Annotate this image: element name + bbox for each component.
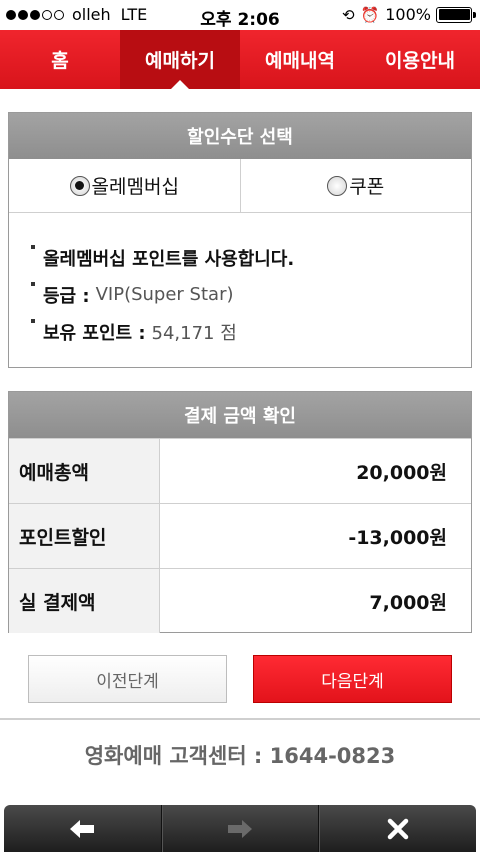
back-button[interactable] [4,805,161,852]
info-line-points: 보유 포인트 : 54,171 점 [31,313,453,350]
coupon-radio[interactable] [327,175,348,196]
membership-info: 올레멤버십 포인트를 사용합니다. 등급 : VIP(Super Star) 보… [9,213,471,350]
alarm-icon: ⏰ [360,5,380,24]
total-amount-value: 20,000원 [356,461,447,484]
tab-home[interactable]: 홈 [0,30,120,89]
left-arrow-icon [70,819,95,838]
info-line-grade: 등급 : VIP(Super Star) [31,276,453,313]
info-line-usage: 올레멤버십 포인트를 사용합니다. [31,239,453,276]
customer-center-text: 영화예매 고객센터 : 1644-0823 [84,744,396,768]
right-arrow-icon [228,819,252,838]
divider [0,718,480,720]
status-bar: olleh LTE 오후 2:06 ⟲ ⏰ 100% [0,0,480,30]
points-value: 54,171 점 [151,322,237,344]
final-amount-value: 7,000원 [369,591,447,614]
coupon-option-label: 쿠폰 [349,176,385,198]
grade-label: 등급 : [43,285,90,307]
table-row: 예매총액 20,000원 [9,438,471,503]
discount-panel: 할인수단 선택 올레멤버십 쿠폰 올레멤버십 포인트를 사용합니다. 등급 : … [8,112,472,368]
point-discount-label: 포인트할인 [9,504,160,568]
status-right: ⟲ ⏰ 100% [341,5,476,24]
browser-toolbar [4,805,476,852]
bullet-icon [31,282,35,286]
tab-booking-history[interactable]: 예매내역 [240,30,360,89]
payment-panel: 결제 금액 확인 예매총액 20,000원 포인트할인 -13,000원 실 결… [8,391,472,633]
total-amount-label: 예매총액 [9,439,160,503]
tab-booking[interactable]: 예매하기 [120,30,240,89]
table-row: 실 결제액 7,000원 [9,568,471,633]
tab-guide[interactable]: 이용안내 [360,30,480,89]
discount-panel-title: 할인수단 선택 [9,113,471,159]
forward-button[interactable] [160,805,319,852]
close-icon [387,818,408,839]
coupon-option[interactable]: 쿠폰 [241,159,472,212]
membership-radio[interactable] [69,175,90,196]
usage-text: 올레멤버십 포인트를 사용합니다. [43,248,295,270]
battery-percent: 100% [385,5,431,24]
final-amount-label: 실 결제액 [9,569,160,633]
main-nav: 홈 예매하기 예매내역 이용안내 [0,30,480,89]
table-row: 포인트할인 -13,000원 [9,503,471,568]
point-discount-value: -13,000원 [348,526,447,549]
prev-step-button[interactable]: 이전단계 [28,655,227,703]
membership-option-label: 올레멤버십 [91,176,179,198]
membership-option[interactable]: 올레멤버십 [9,159,241,212]
points-label: 보유 포인트 : [43,322,146,344]
close-button[interactable] [318,805,476,852]
bullet-icon [31,319,35,323]
discount-method-row: 올레멤버십 쿠폰 [9,159,471,213]
grade-value: VIP(Super Star) [95,284,234,305]
battery-icon [436,6,476,23]
next-step-button[interactable]: 다음단계 [253,655,452,703]
rotation-lock-icon: ⟲ [341,5,355,24]
payment-panel-title: 결제 금액 확인 [9,392,471,438]
bullet-icon [31,245,35,249]
